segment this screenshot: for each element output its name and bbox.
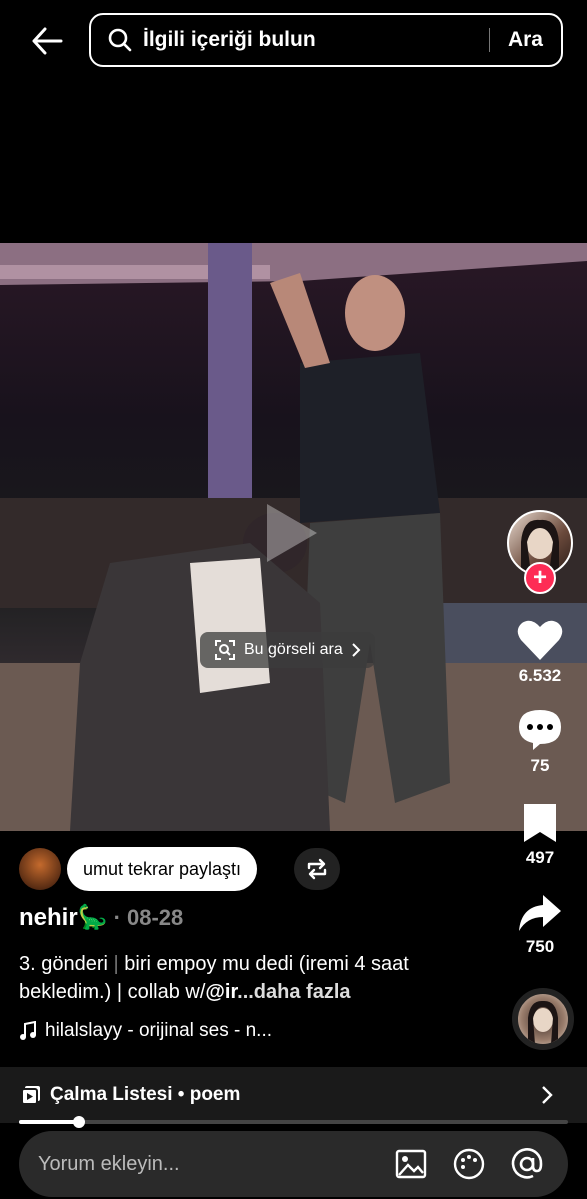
post-date: · 08-28 [113, 905, 184, 930]
emoji-icon [453, 1148, 485, 1180]
back-button[interactable] [28, 22, 66, 60]
image-icon [395, 1149, 427, 1179]
music-note-icon [20, 1021, 36, 1040]
emoji-button[interactable] [452, 1147, 486, 1181]
caption-text: 3. gönderi [19, 953, 114, 975]
search-icon [108, 28, 132, 52]
username[interactable]: nehir🦕 [19, 903, 108, 932]
comment-count: 75 [530, 756, 550, 775]
mention-button[interactable] [510, 1147, 544, 1181]
search-bar[interactable]: İlgili içeriği bulun Ara [89, 13, 563, 67]
caption-mention[interactable]: @ir [205, 981, 237, 1003]
sound-avatar[interactable] [512, 988, 574, 1050]
like-button[interactable]: 6.532 [507, 618, 573, 686]
image-attach-button[interactable] [394, 1147, 428, 1181]
playlist-icon [21, 1086, 40, 1105]
repost-button[interactable] [294, 848, 340, 890]
sound-label: hilalslayy - orijinal ses - n... [45, 1020, 273, 1041]
video-frame[interactable]: Bu görseli ara [0, 243, 587, 831]
heart-icon [517, 620, 563, 660]
search-button[interactable]: Ara [508, 28, 543, 52]
post-caption[interactable]: 3. gönderi | biri empoy mu dedi (iremi 4… [19, 950, 489, 1006]
chevron-right-icon [542, 1086, 553, 1104]
chevron-right-icon [352, 643, 361, 657]
like-count: 6.532 [518, 666, 562, 685]
see-more-link[interactable]: ...daha fazla [237, 981, 350, 1003]
save-count: 497 [525, 848, 555, 867]
visual-search-button[interactable]: Bu görseli ara [200, 632, 375, 668]
comment-bubble-icon [519, 710, 561, 750]
comment-input[interactable]: Yorum ekleyin... [38, 1153, 394, 1176]
comment-button[interactable]: 75 [507, 708, 573, 776]
back-arrow-icon [32, 27, 63, 55]
image-search-icon [215, 640, 235, 660]
progress-knob[interactable] [73, 1116, 86, 1128]
play-icon[interactable] [263, 500, 321, 566]
follow-button[interactable]: + [524, 562, 556, 594]
save-button[interactable]: 497 [507, 802, 573, 868]
share-button[interactable]: 750 [507, 893, 573, 957]
comment-bar[interactable]: Yorum ekleyin... [19, 1131, 568, 1197]
repost-label: umut tekrar paylaştı [67, 847, 258, 891]
sound-info[interactable]: hilalslayy - orijinal ses - n... [19, 1020, 272, 1042]
reposter-avatar[interactable] [19, 848, 61, 890]
search-input[interactable]: İlgili içeriği bulun [143, 28, 489, 52]
sound-disc-image [528, 1000, 558, 1044]
playlist-label: Çalma Listesi • poem [50, 1084, 241, 1105]
post-author[interactable]: nehir🦕 · 08-28 [19, 903, 183, 932]
bookmark-icon [524, 804, 556, 842]
repost-text: umut tekrar paylaştı [83, 858, 242, 879]
repost-icon [307, 858, 327, 880]
playlist-bar[interactable]: Çalma Listesi • poem [0, 1067, 587, 1123]
share-count: 750 [525, 937, 555, 956]
search-divider [488, 28, 490, 52]
visual-search-label: Bu görseli ara [244, 641, 343, 658]
video-progress-bar[interactable] [19, 1116, 568, 1128]
progress-fill [19, 1120, 80, 1124]
at-sign-icon [511, 1148, 543, 1179]
share-arrow-icon [519, 895, 561, 931]
